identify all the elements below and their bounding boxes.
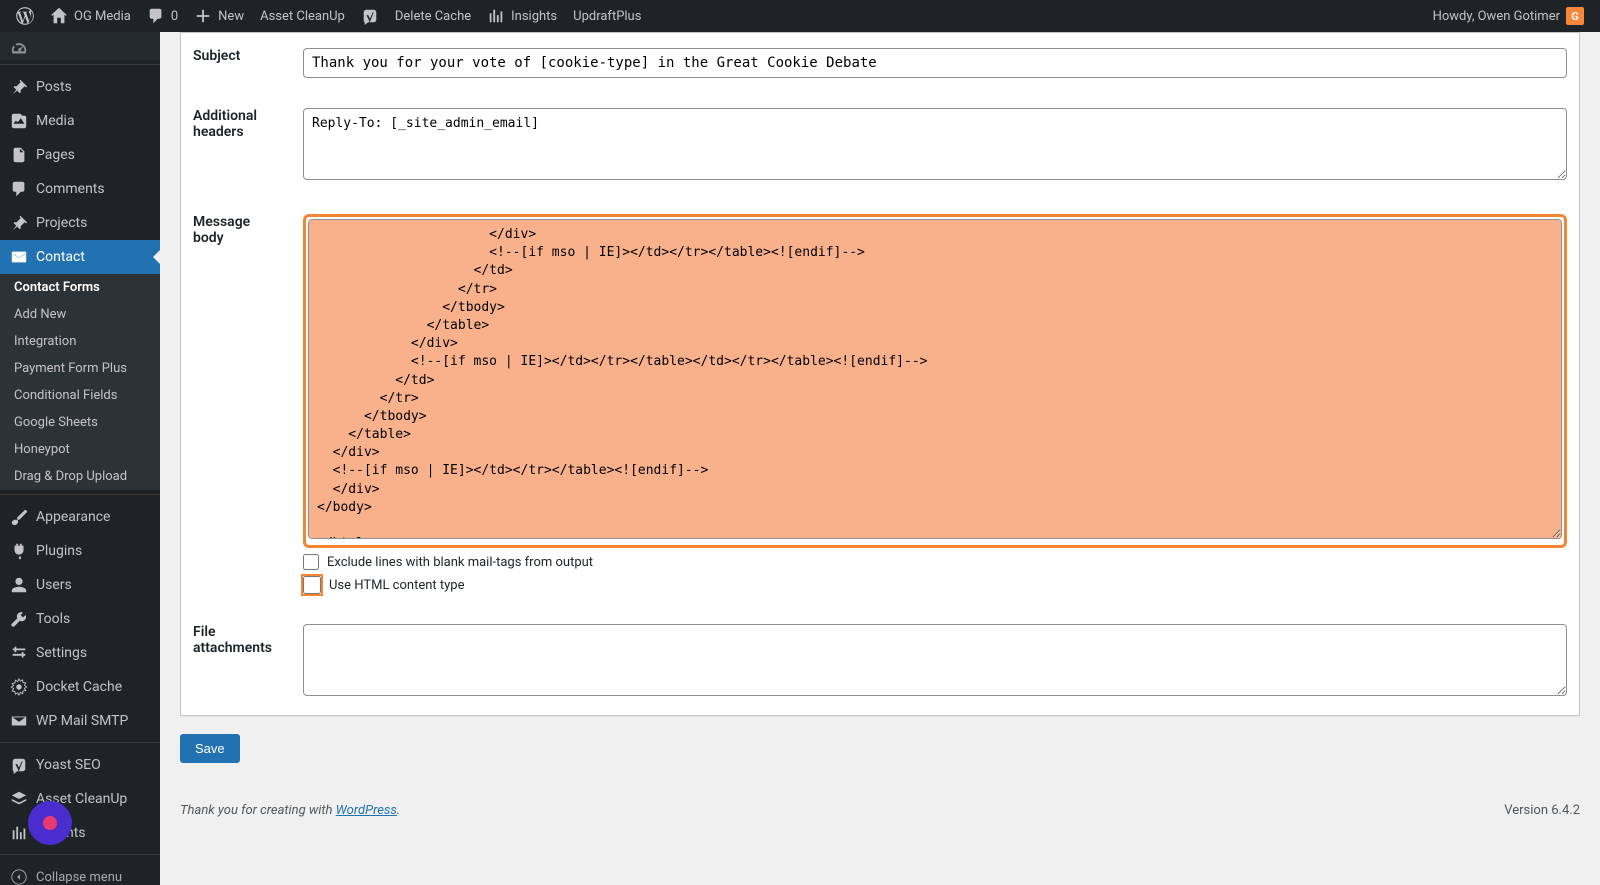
sidebar-item-appearance[interactable]: Appearance [0,500,160,534]
headers-label: Additional headers [181,93,291,199]
wordpress-icon [16,7,34,25]
envelope-icon [10,712,28,730]
yoast-icon [10,756,28,774]
avatar: G [1566,7,1584,25]
exclude-blank-checkbox-row[interactable]: Exclude lines with blank mail-tags from … [303,554,1567,570]
attachments-label: File attachments [181,609,291,715]
submenu-contact-forms[interactable]: Contact Forms [0,274,160,301]
mail-icon [10,248,28,266]
submenu-honeypot[interactable]: Honeypot [0,436,160,463]
submenu-drag-drop[interactable]: Drag & Drop Upload [0,463,160,490]
record-indicator [28,801,72,845]
wrench-icon [10,610,28,628]
gear-icon [10,678,28,696]
sidebar-item-asset-cleanup[interactable]: Asset CleanUp [0,782,160,816]
admin-toolbar: OG Media 0 New Asset CleanUp Delete Cach… [0,0,1600,32]
save-button[interactable]: Save [180,734,240,763]
plugin-icon [10,542,28,560]
footer-version: Version 6.4.2 [1504,803,1580,818]
comments-count: 0 [171,9,178,24]
wp-logo[interactable] [8,0,42,32]
sidebar-item-wpmail[interactable]: WP Mail SMTP [0,704,160,738]
new-label: New [218,9,244,24]
delete-cache-link[interactable]: Delete Cache [387,0,479,32]
gauge-icon [10,40,28,58]
body-label: Message body [181,199,291,609]
pin-icon [10,214,28,232]
collapse-menu[interactable]: Collapse menu [0,860,160,885]
insights-toolbar-link[interactable]: Insights [479,0,565,32]
site-name: OG Media [74,9,131,24]
submenu-add-new[interactable]: Add New [0,301,160,328]
contact-submenu: Contact Forms Add New Integration Paymen… [0,274,160,490]
attachments-textarea[interactable] [303,624,1567,696]
user-account-link[interactable]: Howdy, Owen Gotimer G [1425,0,1592,32]
home-icon [50,7,68,25]
plus-icon [194,7,212,25]
sidebar-item-projects[interactable]: Projects [0,206,160,240]
site-home-link[interactable]: OG Media [42,0,139,32]
chart-icon [10,824,28,842]
sidebar-item-contact[interactable]: Contact [0,240,160,274]
submenu-conditional[interactable]: Conditional Fields [0,382,160,409]
chart-icon [487,7,505,25]
subject-input[interactable] [303,48,1567,78]
sidebar-item-dashboard[interactable]: Dashboard [0,32,160,60]
admin-sidebar: Dashboard Posts Media Pages Comments Pro… [0,32,160,885]
user-icon [10,576,28,594]
sidebar-item-yoast[interactable]: Yoast SEO [0,748,160,782]
exclude-blank-checkbox[interactable] [303,554,319,570]
yoast-toolbar-icon[interactable] [353,0,387,32]
html-content-checkbox-row[interactable]: Use HTML content type [303,576,1567,594]
page-icon [10,146,28,164]
sidebar-item-insights[interactable]: Insights [0,816,160,850]
html-content-checkbox[interactable] [303,576,321,594]
sidebar-item-pages[interactable]: Pages [0,138,160,172]
headers-textarea[interactable]: Reply-To: [_site_admin_email] [303,108,1567,180]
yoast-icon [361,7,379,25]
collapse-icon [10,868,28,885]
submenu-sheets[interactable]: Google Sheets [0,409,160,436]
sidebar-item-comments[interactable]: Comments [0,172,160,206]
comment-icon [147,7,165,25]
body-highlight-wrapper: </div> <!--[if mso | IE]></td></tr></tab… [303,214,1567,548]
subject-label: Subject [181,33,291,93]
sidebar-item-tools[interactable]: Tools [0,602,160,636]
sidebar-item-docket[interactable]: Docket Cache [0,670,160,704]
sidebar-item-posts[interactable]: Posts [0,70,160,104]
wordpress-link[interactable]: WordPress [336,803,397,818]
comments-link[interactable]: 0 [139,0,186,32]
sidebar-item-users[interactable]: Users [0,568,160,602]
body-textarea[interactable]: </div> <!--[if mso | IE]></td></tr></tab… [308,219,1562,539]
pin-icon [10,78,28,96]
sidebar-item-media[interactable]: Media [0,104,160,138]
submenu-integration[interactable]: Integration [0,328,160,355]
brush-icon [10,508,28,526]
media-icon [10,112,28,130]
asset-cleanup-toolbar[interactable]: Asset CleanUp [252,0,353,32]
new-content-link[interactable]: New [186,0,252,32]
updraft-link[interactable]: UpdraftPlus [565,0,649,32]
sidebar-item-settings[interactable]: Settings [0,636,160,670]
submenu-payment[interactable]: Payment Form Plus [0,355,160,382]
footer-thanks: Thank you for creating with WordPress. [180,803,400,818]
layers-icon [10,790,28,808]
sliders-icon [10,644,28,662]
comment-icon [10,180,28,198]
howdy-text: Howdy, Owen Gotimer [1433,9,1560,24]
mail-panel: Subject Additional headers Reply-To: [_s… [180,32,1580,716]
sidebar-item-plugins[interactable]: Plugins [0,534,160,568]
